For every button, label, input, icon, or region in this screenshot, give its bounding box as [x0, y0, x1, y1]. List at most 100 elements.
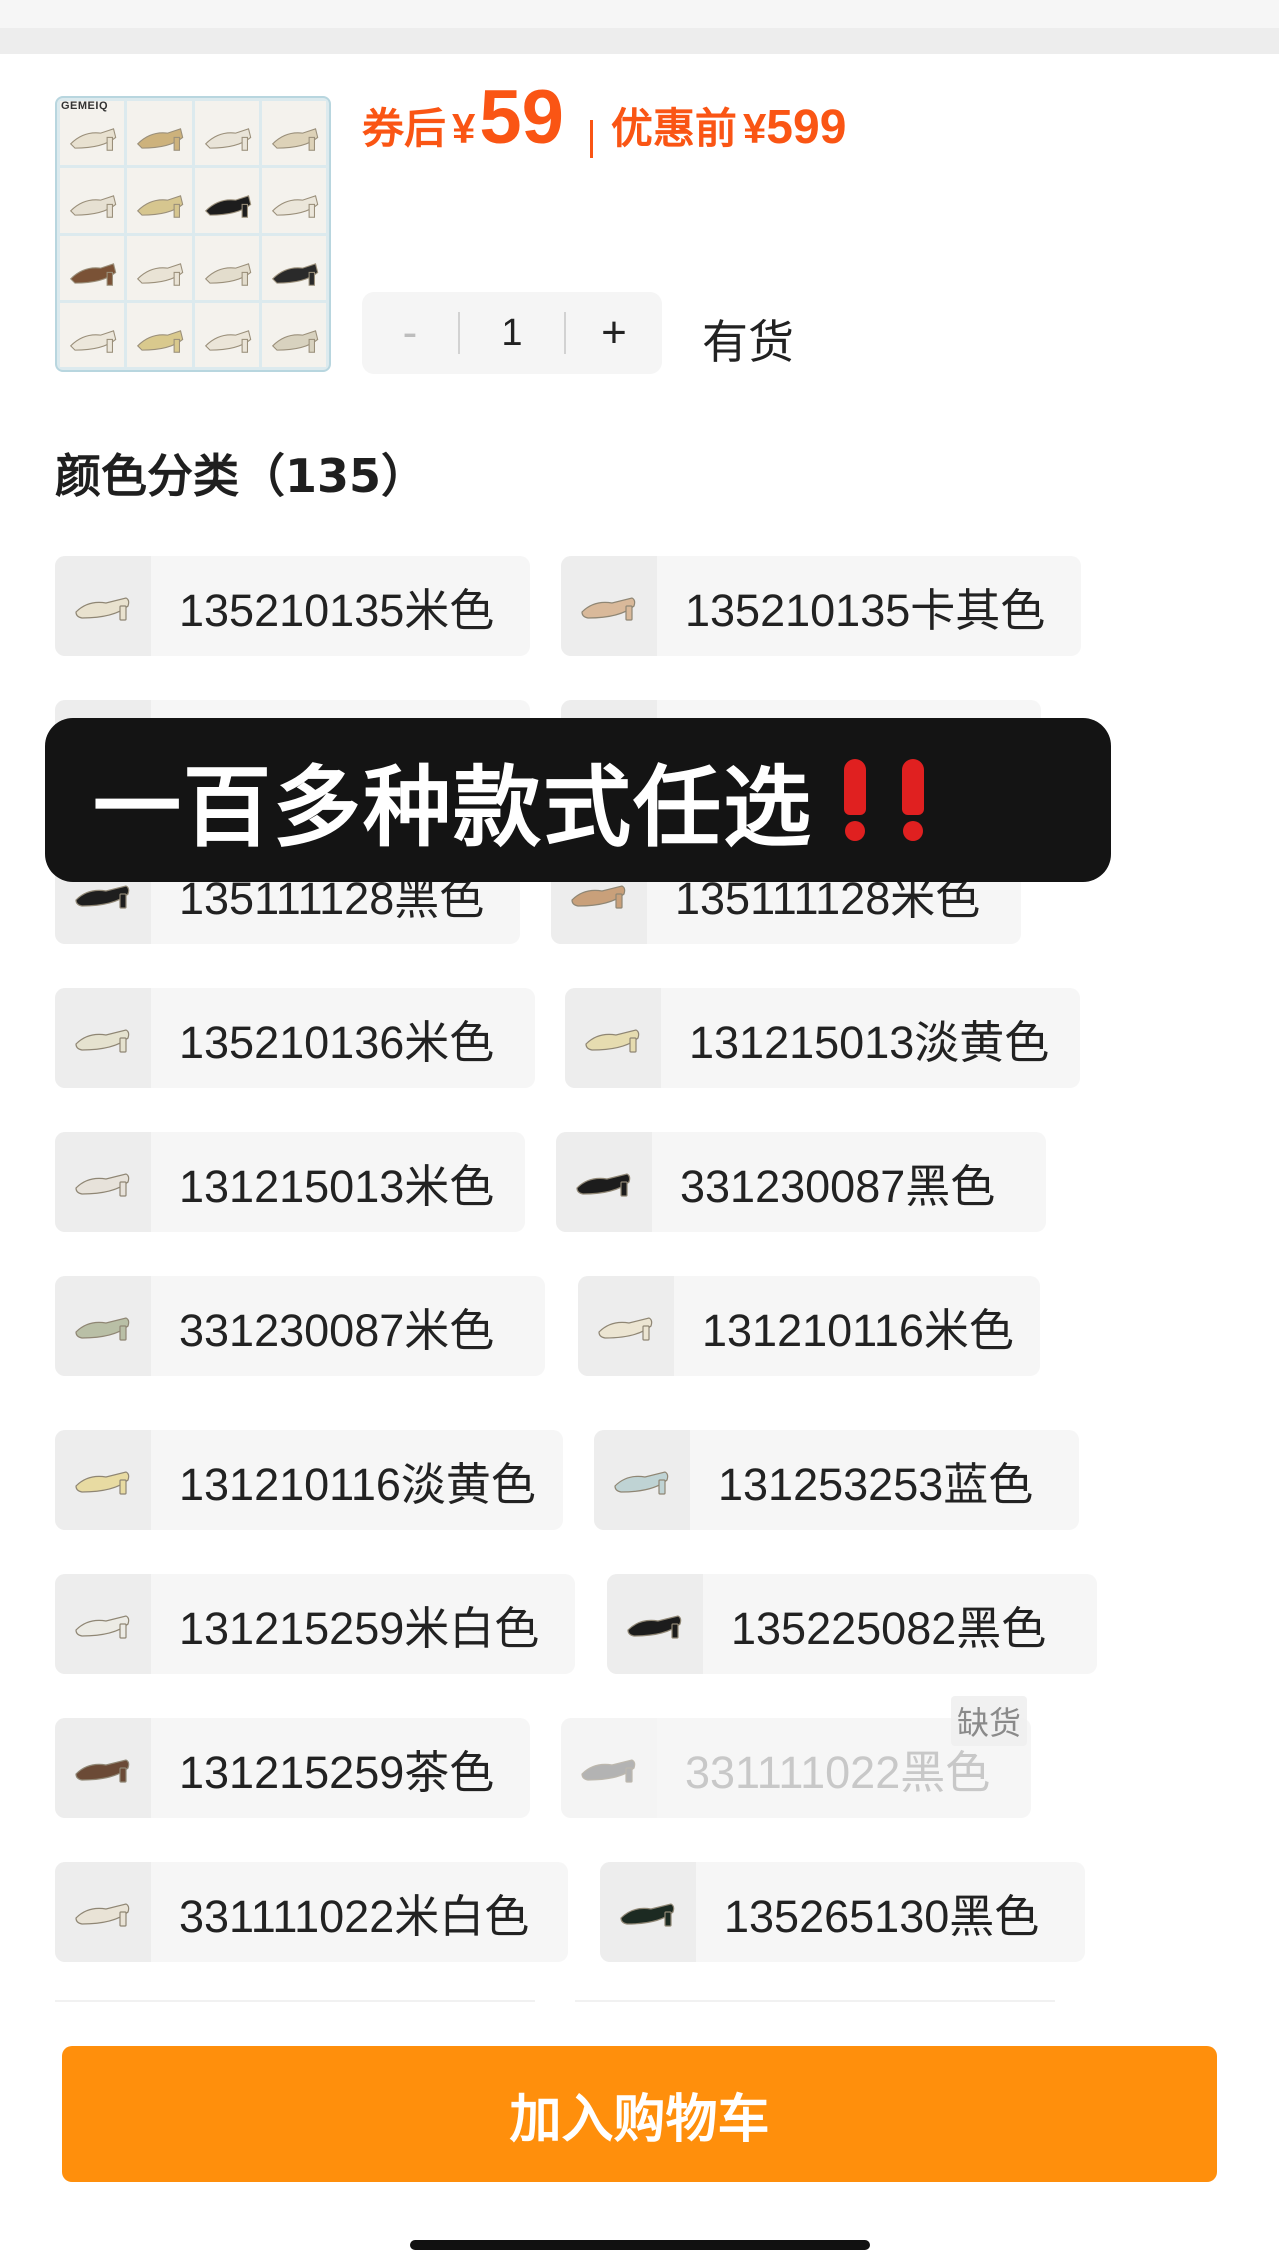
thumbnail-cell [60, 168, 125, 233]
color-option[interactable]: 131215259米白色 [55, 1574, 575, 1674]
option-thumbnail [55, 556, 151, 656]
thumbnail-cell [127, 101, 192, 166]
decrease-button[interactable]: - [362, 292, 458, 374]
option-thumbnail [55, 1276, 151, 1376]
shoe-icon [614, 1471, 669, 1495]
option-thumbnail [55, 1132, 151, 1232]
option-thumbnail [565, 988, 661, 1088]
color-option[interactable]: 331230087黑色 [556, 1132, 1046, 1232]
shoe-icon [576, 1173, 631, 1197]
thumbnail-cell [127, 302, 192, 367]
option-label: 131215259米白色 [179, 1602, 540, 1654]
add-to-cart-button[interactable]: 加入购物车 [62, 2046, 1217, 2182]
option-thumbnail [561, 1718, 657, 1818]
shoe-icon [75, 1173, 130, 1197]
quantity-stepper: - 1 + [362, 292, 662, 374]
option-label: 131253253蓝色 [718, 1458, 1034, 1510]
option-label: 135210135米色 [179, 584, 495, 636]
thumbnail-cell [127, 168, 192, 233]
thumbnail-cell [261, 302, 326, 367]
option-label: 131210116淡黄色 [179, 1458, 536, 1510]
color-option[interactable]: 131210116淡黄色 [55, 1430, 563, 1530]
option-thumbnail [55, 1574, 151, 1674]
option-thumbnail [594, 1430, 690, 1530]
increase-button[interactable]: + [566, 292, 662, 374]
option-thumbnail [55, 1430, 151, 1530]
shoe-icon [620, 1903, 675, 1927]
shoe-icon [75, 1317, 130, 1341]
color-option[interactable]: 135210135卡其色 [561, 556, 1081, 656]
banner-text: 一百多种款式任选 [93, 755, 814, 859]
shoe-icon [598, 1317, 653, 1341]
product-thumbnail[interactable]: GEMEIQ [55, 96, 331, 372]
option-label: 331230087米色 [179, 1304, 495, 1356]
color-option[interactable]: 331230087米色 [55, 1276, 545, 1376]
thumbnail-cell [261, 235, 326, 300]
thumbnail-cell [261, 101, 326, 166]
shoe-icon [75, 1903, 130, 1927]
color-option[interactable]: 131215259茶色 [55, 1718, 530, 1818]
coupon-label: 券后 [362, 105, 447, 152]
color-option[interactable]: 331111022黑色 缺货 [561, 1696, 1031, 1818]
color-option[interactable]: 135265130黑色 [600, 1862, 1085, 1962]
option-thumbnail [600, 1862, 696, 1962]
thumbnail-cell [194, 168, 259, 233]
option-label: 131215013淡黄色 [689, 1016, 1050, 1068]
color-category-title: 颜色分类（135） [55, 449, 428, 503]
original-price-label: 优惠前 [610, 105, 737, 152]
shoe-icon [75, 1471, 130, 1495]
original-price: 599 [766, 101, 847, 154]
quantity-value[interactable]: 1 [460, 312, 564, 355]
shoe-icon [627, 1615, 682, 1639]
option-label: 135265130黑色 [724, 1890, 1040, 1942]
currency-symbol: ¥ [452, 105, 476, 152]
thumbnail-cell [60, 302, 125, 367]
out-of-stock-badge: 缺货 [950, 1696, 1027, 1746]
option-label: 331111022米白色 [179, 1890, 530, 1942]
shoe-icon [75, 1029, 130, 1053]
divider [55, 2000, 535, 2002]
price-line: 券后 ¥ 59 优惠前 ¥ 599 [362, 80, 846, 170]
color-option[interactable]: 331111022米白色 [55, 1862, 568, 1962]
exclamation-icon [839, 759, 871, 841]
color-option[interactable]: 135210136米色 [55, 988, 535, 1088]
shoe-icon [75, 597, 130, 621]
divider [575, 2000, 1055, 2002]
shoe-icon [581, 597, 636, 621]
color-option[interactable]: 135225082黑色 [607, 1574, 1097, 1674]
thumbnail-cell [261, 168, 326, 233]
currency-symbol: ¥ [742, 105, 767, 152]
option-thumbnail [55, 988, 151, 1088]
top-divider [0, 28, 1279, 54]
brand-logo: GEMEIQ [61, 100, 109, 112]
option-thumbnail [55, 1718, 151, 1818]
option-label: 131215013米色 [179, 1160, 495, 1212]
option-thumbnail [55, 1862, 151, 1962]
shoe-icon [75, 1759, 130, 1783]
shoe-icon [75, 1615, 130, 1639]
stock-status: 有货 [702, 315, 794, 369]
exclamation-icon [897, 759, 929, 841]
option-label: 135210136米色 [179, 1016, 495, 1068]
thumbnail-cell [194, 235, 259, 300]
option-thumbnail [607, 1574, 703, 1674]
thumbnail-cell [194, 101, 259, 166]
thumbnail-cell [127, 235, 192, 300]
home-indicator [410, 2240, 870, 2250]
price-divider [589, 120, 593, 158]
option-label: 131210116米色 [702, 1304, 1014, 1356]
option-label: 131215259茶色 [179, 1746, 495, 1798]
option-thumbnail [578, 1276, 674, 1376]
thumbnail-cell [194, 302, 259, 367]
color-option[interactable]: 131215013淡黄色 [565, 988, 1080, 1088]
color-option[interactable]: 131210116米色 [578, 1276, 1040, 1376]
top-status-bar [0, 0, 1279, 54]
option-label: 331230087黑色 [680, 1160, 996, 1212]
color-option[interactable]: 131215013米色 [55, 1132, 525, 1232]
promo-banner: 一百多种款式任选 [45, 718, 1111, 882]
color-option[interactable]: 135210135米色 [55, 556, 530, 656]
option-thumbnail [556, 1132, 652, 1232]
option-thumbnail [561, 556, 657, 656]
color-option[interactable]: 131253253蓝色 [594, 1430, 1079, 1530]
thumbnail-cell [60, 235, 125, 300]
